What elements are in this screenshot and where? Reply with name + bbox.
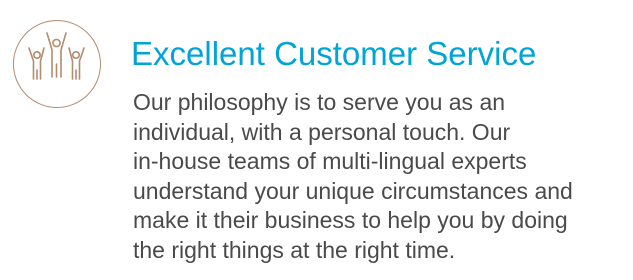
description-line: understand your unique circumstances and [133,177,573,204]
description-line: Our philosophy is to serve you as an [133,89,506,115]
description-line: in-house teams of multi-lingual experts [133,148,527,174]
feature-description: Our philosophy is to serve you as an ind… [133,88,628,265]
people-celebrating-icon [13,20,101,108]
description-line: make it their business to help you by do… [133,207,568,233]
customer-service-feature: Excellent Customer Service Our philosoph… [0,0,633,280]
description-line: individual, with a personal touch. Our [133,118,511,145]
description-line: the right things at the right time. [133,236,456,263]
feature-title: Excellent Customer Service [131,35,537,72]
